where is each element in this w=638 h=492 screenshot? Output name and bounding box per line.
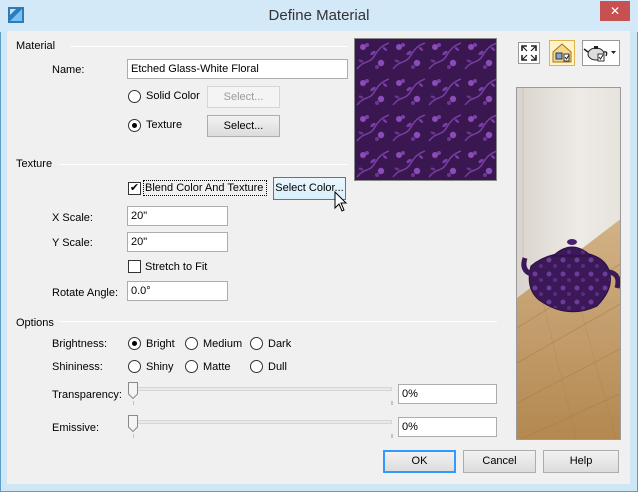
brightness-label: Brightness:: [52, 338, 108, 350]
blend-checkbox[interactable]: ✔: [128, 182, 141, 195]
emissive-slider-thumb[interactable]: [128, 415, 138, 432]
shininess-matte-label: Matte: [203, 361, 231, 373]
shininess-dull-radio[interactable]: [250, 360, 263, 373]
brightness-medium-label: Medium: [203, 338, 243, 350]
texture-group-line: [59, 164, 348, 165]
transparency-input[interactable]: [398, 384, 497, 404]
emissive-label: Emissive:: [52, 422, 100, 434]
shininess-label: Shininess:: [52, 361, 103, 373]
shininess-dull-label: Dull: [268, 361, 287, 373]
stretch-checkbox[interactable]: [128, 260, 141, 273]
texture-swatch: [354, 38, 497, 181]
solid-color-label: Solid Color: [146, 90, 200, 102]
preview-render-image: [517, 88, 620, 439]
teapot-view-dropdown[interactable]: [582, 40, 620, 66]
house-view-icon: [552, 43, 572, 63]
options-group-line: [59, 321, 497, 322]
y-scale-label: Y Scale:: [52, 237, 93, 249]
title-bar[interactable]: Define Material ✕: [0, 0, 638, 32]
name-label: Name:: [52, 64, 85, 76]
window-title: Define Material: [268, 7, 370, 24]
emissive-slider-track[interactable]: [128, 420, 392, 424]
cancel-button[interactable]: Cancel: [463, 450, 536, 473]
name-input[interactable]: [127, 59, 348, 79]
y-scale-input[interactable]: [127, 232, 228, 252]
teapot-view-icon: [583, 46, 616, 62]
texture-select-button[interactable]: Select...: [207, 115, 280, 137]
shininess-shiny-radio[interactable]: [128, 360, 141, 373]
texture-radio[interactable]: [128, 119, 141, 132]
fullscreen-icon: [521, 45, 537, 61]
ok-button[interactable]: OK: [383, 450, 456, 473]
rotate-angle-label: Rotate Angle:: [52, 287, 119, 299]
transparency-slider-track[interactable]: [128, 387, 392, 391]
brightness-bright-radio[interactable]: [128, 337, 141, 350]
material-preview: [516, 87, 621, 440]
x-scale-label: X Scale:: [52, 212, 93, 224]
stretch-label: Stretch to Fit: [145, 261, 208, 273]
options-group-label: Options: [16, 317, 54, 329]
transparency-label: Transparency:: [52, 389, 122, 401]
mouse-cursor-icon: [334, 191, 348, 212]
house-view-button[interactable]: [549, 40, 575, 66]
define-material-dialog: Define Material ✕ Material Name: Solid C…: [0, 0, 638, 492]
dialog-client: Material Name: Solid Color Select... Tex…: [7, 31, 630, 484]
floral-texture-image: [355, 39, 496, 180]
emissive-ticks: [133, 434, 393, 438]
rotate-angle-input[interactable]: [127, 281, 228, 301]
brightness-bright-label: Bright: [146, 338, 175, 350]
brightness-dark-radio[interactable]: [250, 337, 263, 350]
brightness-dark-label: Dark: [268, 338, 292, 350]
shininess-shiny-label: Shiny: [146, 361, 174, 373]
solid-color-select-button[interactable]: Select...: [207, 86, 280, 108]
transparency-ticks: [133, 401, 393, 405]
brightness-medium-radio[interactable]: [185, 337, 198, 350]
transparency-slider-thumb[interactable]: [128, 382, 138, 399]
help-button[interactable]: Help: [543, 450, 619, 473]
shininess-matte-radio[interactable]: [185, 360, 198, 373]
texture-group-label: Texture: [16, 158, 53, 170]
material-group-line: [70, 46, 348, 47]
fullscreen-button[interactable]: [518, 42, 540, 64]
blend-label: Blend Color And Texture: [145, 182, 264, 194]
close-button[interactable]: ✕: [600, 1, 630, 21]
texture-label: Texture: [146, 119, 183, 131]
emissive-input[interactable]: [398, 417, 497, 437]
solid-color-radio[interactable]: [128, 90, 141, 103]
material-group-label: Material: [16, 40, 56, 52]
x-scale-input[interactable]: [127, 206, 228, 226]
